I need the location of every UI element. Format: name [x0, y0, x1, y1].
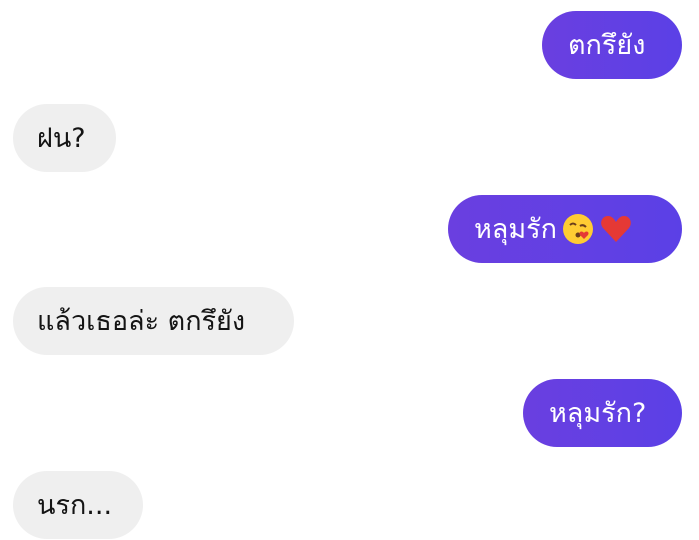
face-blowing-kiss-emoji — [561, 212, 595, 246]
sent-message-bubble[interactable]: ตกรึยัง — [542, 11, 682, 79]
received-message-bubble[interactable]: ฝน? — [13, 104, 116, 172]
message-text: ตกรึยัง — [568, 29, 646, 61]
red-heart-emoji — [599, 212, 633, 246]
received-message-bubble[interactable]: นรก... — [13, 471, 143, 539]
message-text: หลุมรัก — [474, 213, 557, 245]
sent-message-bubble[interactable]: หลุมรัก — [448, 195, 682, 263]
chat-thread: ตกรึยัง ฝน? หลุมรัก แล้วเธอล่ะ ตกรึยัง ห… — [0, 0, 699, 540]
received-message-bubble[interactable]: แล้วเธอล่ะ ตกรึยัง — [13, 287, 294, 355]
sent-message-bubble[interactable]: หลุมรัก? — [523, 379, 682, 447]
message-text: หลุมรัก? — [549, 397, 647, 429]
message-text: นรก... — [37, 489, 113, 521]
message-text: แล้วเธอล่ะ ตกรึยัง — [37, 305, 246, 337]
message-text: ฝน? — [37, 122, 86, 154]
